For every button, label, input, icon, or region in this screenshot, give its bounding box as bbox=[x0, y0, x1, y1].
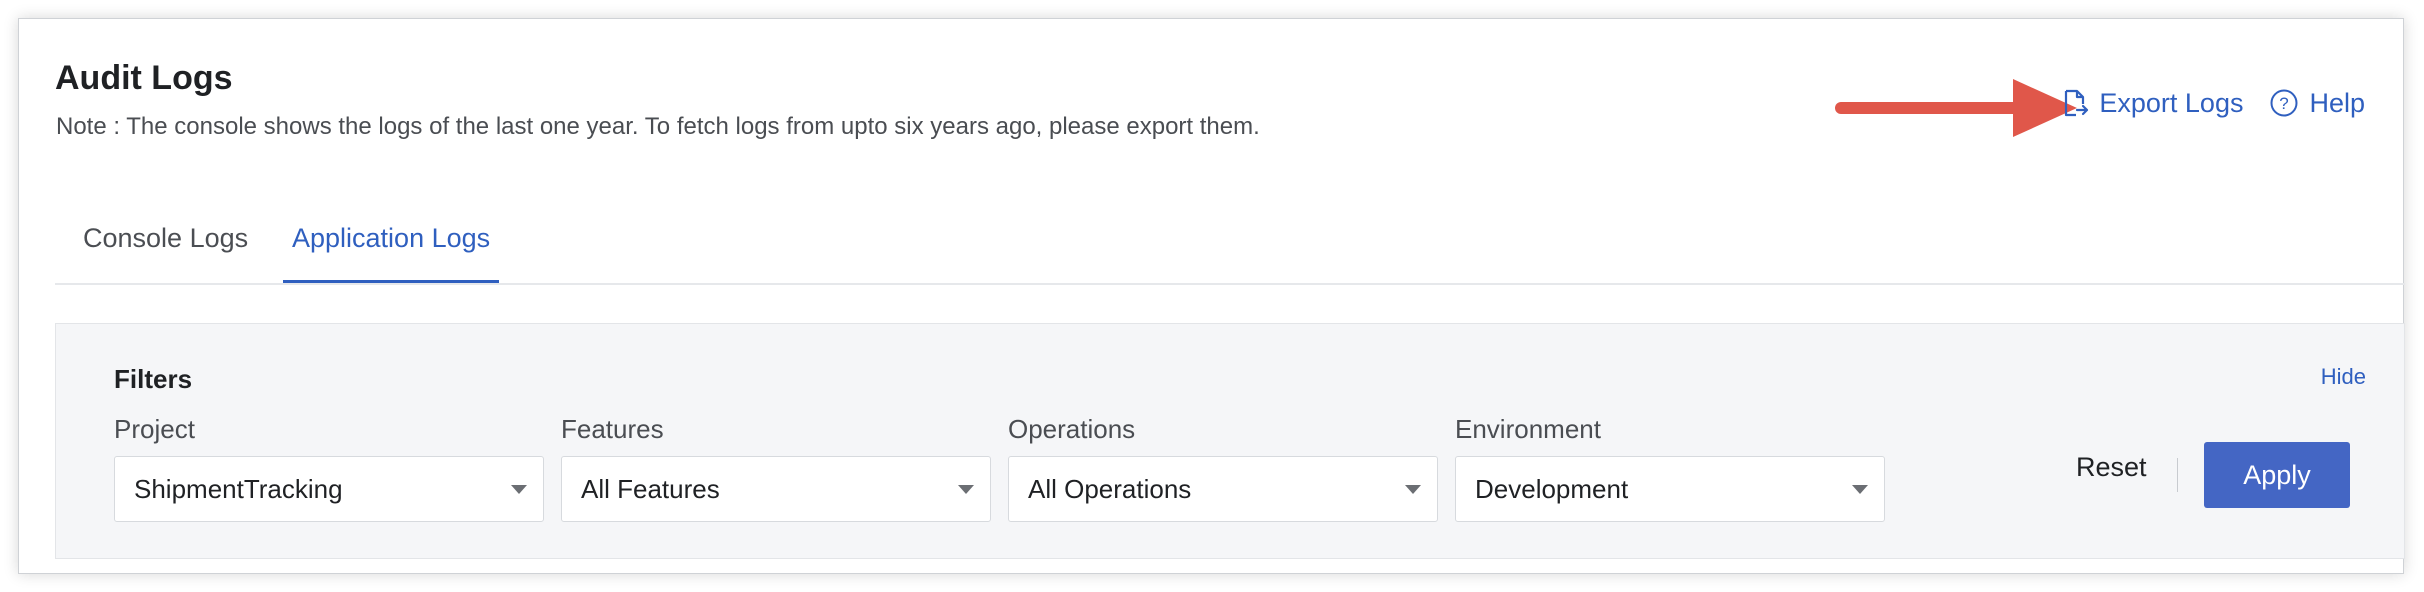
red-arrow-annotation-icon bbox=[1835, 79, 2077, 137]
filters-panel: Filters Hide Project ShipmentTracking Fe… bbox=[55, 323, 2405, 559]
file-export-icon bbox=[2065, 89, 2089, 117]
operations-value: All Operations bbox=[1028, 473, 1192, 504]
project-value: ShipmentTracking bbox=[134, 473, 343, 504]
tab-application-logs[interactable]: Application Logs bbox=[283, 223, 500, 283]
note-text: Note : The console shows the logs of the… bbox=[56, 113, 1260, 140]
project-select[interactable]: ShipmentTracking bbox=[114, 456, 544, 522]
button-divider bbox=[2177, 458, 2178, 492]
page-title: Audit Logs bbox=[55, 59, 233, 97]
operations-select[interactable]: All Operations bbox=[1008, 456, 1438, 522]
features-filter: Features All Features bbox=[561, 414, 991, 522]
features-label: Features bbox=[561, 414, 664, 444]
environment-label: Environment bbox=[1455, 414, 1601, 444]
top-actions: Export Logs ? Help bbox=[2059, 83, 2365, 123]
chevron-down-icon bbox=[511, 484, 527, 494]
filters-title: Filters bbox=[114, 364, 193, 394]
operations-filter: Operations All Operations bbox=[1008, 414, 1438, 522]
chevron-down-icon bbox=[958, 484, 974, 494]
help-label: Help bbox=[2309, 87, 2365, 118]
operations-label: Operations bbox=[1008, 414, 1136, 444]
reset-button[interactable]: Reset bbox=[2076, 452, 2147, 483]
tab-console-logs[interactable]: Console Logs bbox=[83, 223, 248, 280]
features-select[interactable]: All Features bbox=[561, 456, 991, 522]
features-value: All Features bbox=[581, 473, 720, 504]
export-logs-link[interactable]: Export Logs bbox=[2059, 88, 2243, 119]
chevron-down-icon bbox=[1852, 484, 1868, 494]
chevron-down-icon bbox=[1405, 484, 1421, 494]
svg-text:?: ? bbox=[2280, 94, 2289, 113]
environment-filter: Environment Development bbox=[1455, 414, 1885, 522]
apply-button[interactable]: Apply bbox=[2204, 442, 2350, 508]
project-filter: Project ShipmentTracking bbox=[114, 414, 544, 522]
log-tabs: Console Logs Application Logs bbox=[55, 209, 2405, 285]
audit-logs-window: Audit Logs Note : The console shows the … bbox=[18, 18, 2405, 574]
environment-select[interactable]: Development bbox=[1455, 456, 1885, 522]
help-circle-icon: ? bbox=[2270, 89, 2298, 117]
project-label: Project bbox=[114, 414, 195, 444]
export-logs-label: Export Logs bbox=[2099, 87, 2244, 118]
environment-value: Development bbox=[1475, 473, 1629, 504]
help-link[interactable]: ? Help bbox=[2269, 88, 2365, 119]
hide-filters-link[interactable]: Hide bbox=[2321, 364, 2366, 390]
